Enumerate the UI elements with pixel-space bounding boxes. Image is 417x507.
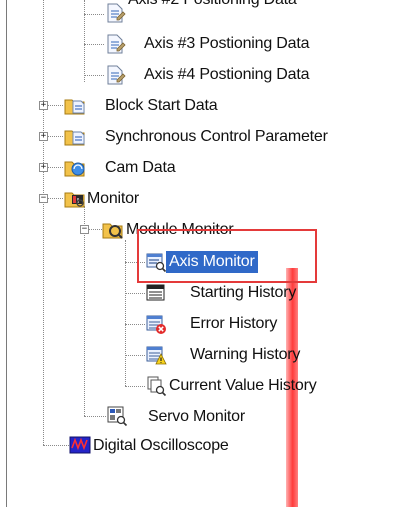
tree-line: [84, 206, 85, 416]
collapse-toggle[interactable]: −: [80, 225, 89, 234]
tree-line: [43, 0, 44, 445]
tree-line: [125, 324, 145, 325]
tree-line: [84, 0, 85, 82]
error-history-icon: [146, 315, 166, 334]
tree-line: [84, 75, 104, 76]
tree-line: [84, 14, 104, 15]
warning-history-icon: [146, 346, 167, 365]
tree-item-label: Digital Oscilloscope: [93, 437, 229, 454]
tree-item-label: Current Value History: [169, 377, 317, 394]
tree-line: [125, 355, 145, 356]
tree-line: [125, 386, 145, 387]
monitor-folder-icon: [64, 192, 85, 208]
expand-toggle[interactable]: +: [39, 163, 48, 172]
oscilloscope-icon: [69, 436, 91, 454]
expand-toggle[interactable]: +: [39, 132, 48, 141]
current-value-history-icon: [147, 376, 167, 397]
tree-item-label: Synchronous Control Parameter: [105, 128, 328, 145]
highlight-box: [137, 229, 317, 283]
tree-line: [125, 293, 145, 294]
tree-line: [84, 416, 106, 417]
tree-item-label: Monitor: [87, 190, 139, 207]
tree-item-label: Axis #4 Postioning Data: [144, 66, 310, 83]
tree-item-label: Cam Data: [105, 159, 176, 176]
starting-history-icon: [146, 284, 165, 301]
tree-item-label: Warning History: [190, 346, 301, 363]
collapse-toggle[interactable]: −: [39, 194, 48, 203]
servo-monitor-icon: [107, 406, 128, 427]
tree-item-label: Axis #3 Postioning Data: [144, 35, 310, 52]
data-file-icon: [107, 3, 126, 23]
data-file-icon: [107, 65, 126, 85]
tree-line: [84, 44, 104, 45]
folder-data-icon: [64, 99, 85, 115]
tree-line: [43, 445, 69, 446]
cam-data-icon: [64, 161, 85, 177]
tree-item-label: Error History: [190, 315, 278, 332]
tree-item-label: Block Start Data: [105, 97, 218, 114]
expand-toggle[interactable]: +: [39, 101, 48, 110]
project-tree-panel: Axis #2 Positioning Data Axis #3 Postion…: [6, 0, 414, 507]
data-file-icon: [107, 34, 126, 54]
tree-item-label: Starting History: [190, 284, 297, 301]
module-monitor-icon: [102, 223, 123, 239]
tree-item-label: Axis #2 Positioning Data: [128, 0, 297, 11]
folder-data-icon: [64, 130, 85, 146]
tree-item-label: Servo Monitor: [148, 408, 245, 425]
